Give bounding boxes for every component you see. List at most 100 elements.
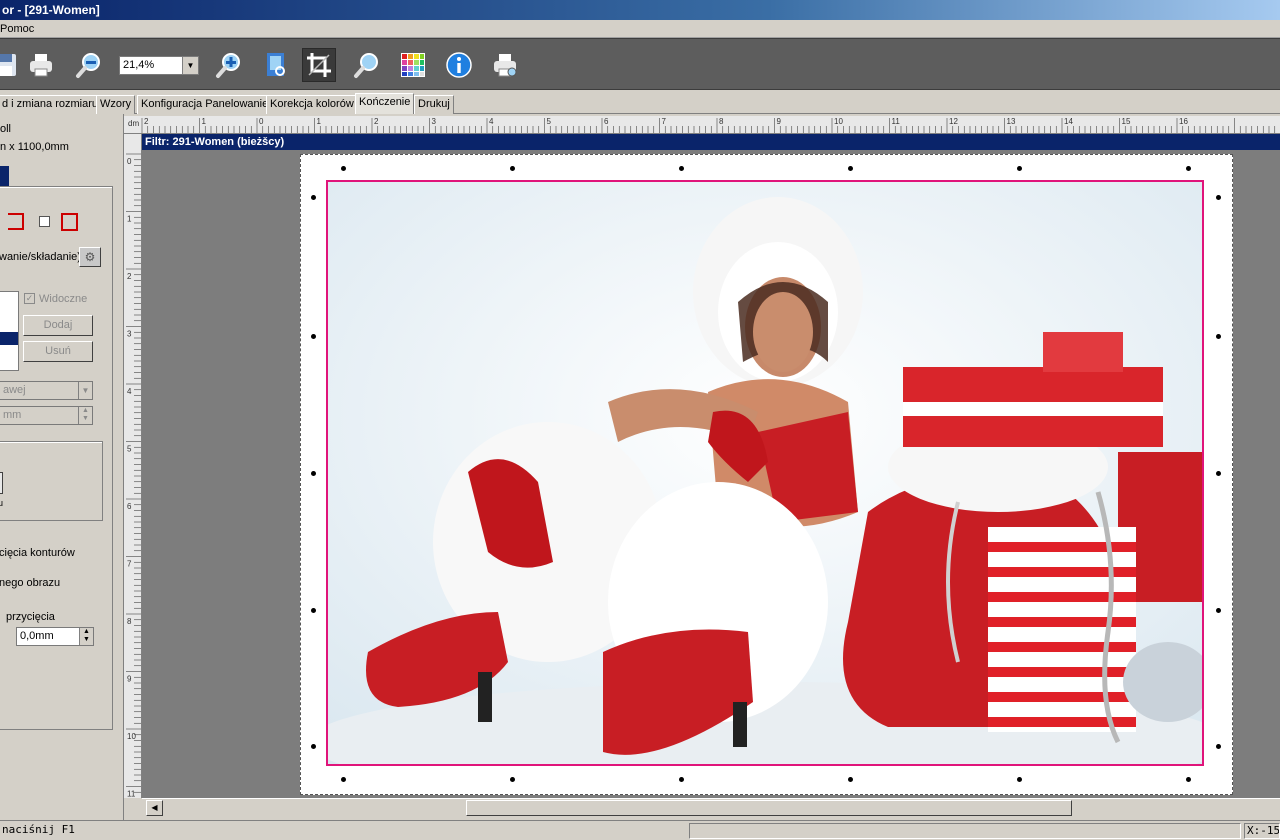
ruler-left-label: 2 xyxy=(127,272,132,281)
ruler-left-label: 8 xyxy=(127,617,132,626)
crop-handle[interactable] xyxy=(1216,195,1221,200)
color-grid-icon[interactable] xyxy=(396,48,430,82)
crop-handle[interactable] xyxy=(510,166,515,171)
crop-handle[interactable] xyxy=(1216,334,1221,339)
margin-right-icon[interactable] xyxy=(8,213,24,230)
ruler-left-label: 7 xyxy=(127,560,132,569)
zoom-icon[interactable] xyxy=(350,48,384,82)
crop-handle[interactable] xyxy=(311,744,316,749)
size-stepper-value: mm xyxy=(3,409,22,421)
remove-button[interactable]: Usuń xyxy=(23,341,93,362)
tab-panel-config[interactable]: Konfiguracja Panelowanie xyxy=(137,95,273,114)
ruler-top-ticks: 2 1 0 1 2 3 4 5 6 7 8 9 10 11 12 13 14 15 16 xyxy=(141,117,1276,133)
small-button[interactable] xyxy=(0,472,3,494)
layer-list-selected[interactable] xyxy=(0,332,18,345)
crop-value-stepper[interactable]: 0,0mm ▲ ▼ xyxy=(16,627,94,646)
crop-handle[interactable] xyxy=(510,777,515,782)
sub-group: u xyxy=(0,441,103,521)
status-panel xyxy=(689,823,1241,839)
crop-handle[interactable] xyxy=(1017,777,1022,782)
crop-handle[interactable] xyxy=(848,166,853,171)
crop-handle[interactable] xyxy=(1186,166,1191,171)
spin-arrows-icon[interactable]: ▲ ▼ xyxy=(79,628,93,645)
crop-handle[interactable] xyxy=(1216,471,1221,476)
crop-handle[interactable] xyxy=(679,777,684,782)
crop-handle[interactable] xyxy=(679,166,684,171)
left-panel: oll n x 1100,0mm wanie/składanie) ⚙ ✓ Wi… xyxy=(0,114,124,820)
option-label: wanie/składanie) xyxy=(0,251,81,263)
ruler-left-label: 0 xyxy=(127,157,132,166)
chevron-down-icon[interactable]: ▼ xyxy=(182,57,198,74)
add-button[interactable]: Dodaj xyxy=(23,315,93,336)
ruler-left: 0 1 2 3 4 5 6 7 8 9 10 11 xyxy=(124,134,142,798)
margin-checkbox[interactable] xyxy=(39,216,50,227)
crop-handle[interactable] xyxy=(1216,608,1221,613)
crop-label: przycięcia xyxy=(6,611,55,623)
filter-title-bar: Filtr: 291-Women (bieżšcy) xyxy=(142,134,1280,150)
ruler-left-label: 6 xyxy=(127,502,132,511)
ruler-left-label: 5 xyxy=(127,445,132,454)
spin-arrows-icon[interactable]: ▲ ▼ xyxy=(78,407,92,424)
tab-print[interactable]: Drukuj xyxy=(414,95,454,114)
ruler-top-label: 5 xyxy=(547,117,552,126)
gear-icon[interactable]: ⚙ xyxy=(79,247,101,267)
crop-handle[interactable] xyxy=(341,166,346,171)
ruler-left-label: 10 xyxy=(127,732,136,741)
tab-color-correction[interactable]: Korekcja kolorów xyxy=(266,95,358,114)
status-help-text: naciśnij F1 xyxy=(2,823,75,836)
zoom-out-icon[interactable] xyxy=(72,48,106,82)
window-title-bar: or - [291-Women] xyxy=(0,0,1280,20)
window-title: or - [291-Women] xyxy=(2,3,100,17)
tab-finishing[interactable]: Kończenie xyxy=(355,93,415,114)
ruler-top-label: 10 xyxy=(834,117,843,126)
save-icon[interactable] xyxy=(0,48,22,82)
layer-list[interactable] xyxy=(0,291,19,371)
visible-label: Widoczne xyxy=(39,293,88,305)
print-icon[interactable] xyxy=(24,48,58,82)
zoom-in-icon[interactable] xyxy=(212,48,246,82)
info-icon[interactable] xyxy=(442,48,476,82)
selected-tab-marker[interactable] xyxy=(0,166,9,188)
status-coords: X:-15 xyxy=(1244,823,1280,839)
ruler-left-label: 4 xyxy=(127,387,132,396)
zoom-combo[interactable]: 21,4% ▼ xyxy=(119,56,199,75)
crop-handle[interactable] xyxy=(311,471,316,476)
crop-handle[interactable] xyxy=(1017,166,1022,171)
crop-handle[interactable] xyxy=(848,777,853,782)
ruler-left-label: 1 xyxy=(127,215,132,224)
ruler-left-label: 11 xyxy=(127,790,136,799)
image-label: nego obrazu xyxy=(0,577,61,589)
ruler-top-label: 13 xyxy=(1007,117,1016,126)
fit-page-icon[interactable] xyxy=(259,48,293,82)
size-stepper[interactable]: mm ▲ ▼ xyxy=(0,406,93,425)
tab-resize[interactable]: d i zmiana rozmiaru xyxy=(0,95,102,114)
tab-bar: d i zmiana rozmiaru Wzory Konfiguracja P… xyxy=(0,92,1280,114)
scrollbar-thumb[interactable] xyxy=(466,800,1072,816)
crop-handle[interactable] xyxy=(311,608,316,613)
ruler-top-label: 14 xyxy=(1064,117,1073,126)
crop-handle[interactable] xyxy=(341,777,346,782)
tab-patterns[interactable]: Wzory xyxy=(96,95,136,114)
horizontal-scrollbar[interactable]: ◀ xyxy=(142,798,1280,816)
crop-handle[interactable] xyxy=(1216,744,1221,749)
mode-select[interactable]: awej ▼ xyxy=(0,381,93,400)
chevron-down-icon[interactable]: ▼ xyxy=(78,382,92,399)
media-size-label: n x 1100,0mm xyxy=(0,141,69,153)
finishing-group: wanie/składanie) ⚙ ✓ Widoczne Dodaj Usuń… xyxy=(0,186,113,730)
crop-handle[interactable] xyxy=(311,334,316,339)
menu-item-help[interactable]: Pomoc xyxy=(0,20,34,38)
crop-icon[interactable] xyxy=(302,48,336,82)
ruler-top-label: 3 xyxy=(432,117,437,126)
crop-handle[interactable] xyxy=(1186,777,1191,782)
image-photo[interactable] xyxy=(326,180,1204,766)
ruler-top: dm 2 1 0 1 2 3 4 5 6 7 8 9 10 11 12 13 14 15 16 xyxy=(124,116,1280,134)
crop-handle[interactable] xyxy=(311,195,316,200)
ruler-top-label: 12 xyxy=(949,117,958,126)
menu-bar: Pomoc xyxy=(0,20,1280,38)
toolbar: 21,4% ▼ xyxy=(0,38,1280,90)
margin-box-icon[interactable] xyxy=(61,213,78,231)
status-help: naciśnij F1 xyxy=(0,823,686,839)
print-preview-icon[interactable] xyxy=(488,48,522,82)
scroll-left-icon[interactable]: ◀ xyxy=(146,800,163,816)
visible-checkbox[interactable]: ✓ xyxy=(24,293,35,304)
